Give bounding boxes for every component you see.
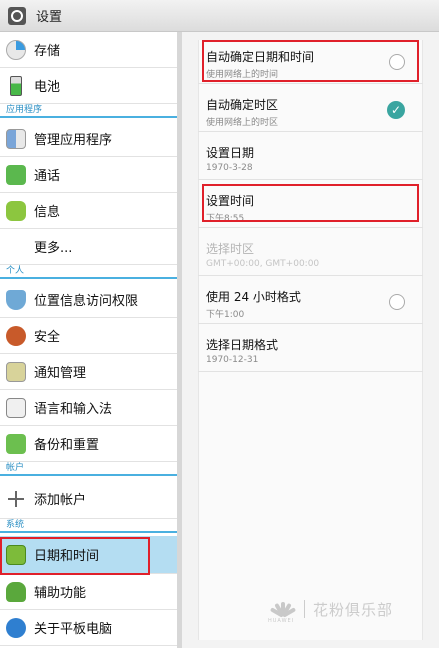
sidebar-item-label: 安全 <box>34 330 61 345</box>
sidebar-item-security[interactable]: 安全 <box>0 318 177 354</box>
apps-grid-icon <box>6 128 26 149</box>
sidebar-item-messages[interactable]: 信息 <box>0 193 177 229</box>
sidebar-item-backup-reset[interactable]: 备份和重置 <box>0 426 177 462</box>
watermark-brand: HUAWEI <box>268 618 295 624</box>
item-title: 自动确定时区 <box>206 98 279 112</box>
sidebar-item-language-input[interactable]: 语言和输入法 <box>0 390 177 426</box>
auto-timezone-item[interactable]: 自动确定时区 使用网络上的时区 ✓ <box>198 88 423 132</box>
sidebar-item-manage-apps[interactable]: 管理应用程序 <box>0 121 177 157</box>
message-icon <box>6 200 26 221</box>
sidebar-item-label: 更多... <box>34 241 73 256</box>
select-timezone-item: 选择时区 GMT+00:00, GMT+00:00 <box>198 232 423 276</box>
storage-pie-icon <box>6 39 26 60</box>
sidebar-item-label: 通知管理 <box>34 366 87 381</box>
watermark-separator <box>304 600 305 618</box>
phone-icon <box>6 164 26 185</box>
item-title: 选择日期格式 <box>206 338 279 352</box>
sidebar-item-label: 信息 <box>34 205 61 220</box>
location-icon <box>6 289 26 310</box>
auto-timezone-check-icon[interactable]: ✓ <box>387 101 405 119</box>
sidebar-item-calls[interactable]: 通话 <box>0 157 177 193</box>
keyboard-icon <box>6 397 26 418</box>
lock-icon <box>6 325 26 346</box>
info-icon <box>6 361 26 382</box>
item-summary: 1970-3-28 <box>206 163 253 173</box>
sidebar-item-label: 关于平板电脑 <box>34 622 113 637</box>
section-header-apps: 应用程序 <box>0 104 177 118</box>
backup-icon <box>6 433 26 454</box>
plus-icon <box>6 488 26 509</box>
sidebar-item-battery[interactable]: 电池 <box>0 68 177 104</box>
battery-icon <box>10 75 22 96</box>
set-date-item[interactable]: 设置日期 1970-3-28 <box>198 136 423 180</box>
detail-pane: 自动确定日期和时间 使用网络上的时间 自动确定时区 使用网络上的时区 ✓ 设置日… <box>182 32 439 648</box>
date-format-item[interactable]: 选择日期格式 1970-12-31 <box>198 328 423 372</box>
sidebar-item-label: 语言和输入法 <box>34 402 113 417</box>
sidebar-item-accessibility[interactable]: 辅助功能 <box>0 574 177 610</box>
sidebar-item-label: 备份和重置 <box>34 438 100 453</box>
highlight-box-set-time <box>202 184 419 222</box>
sidebar-item-more[interactable]: 更多... <box>0 229 177 265</box>
sidebar-item-label: 存储 <box>34 44 61 59</box>
sidebar-item-notifications[interactable]: 通知管理 <box>0 354 177 390</box>
sidebar-item-label: 管理应用程序 <box>34 133 113 148</box>
huawei-logo-icon: HUAWEI <box>268 596 298 624</box>
item-summary: 下午1:00 <box>206 310 245 320</box>
sidebar-item-label: 添加帐户 <box>34 493 87 508</box>
item-summary: 使用网络上的时区 <box>206 118 279 128</box>
sidebar-item-label: 位置信息访问权限 <box>34 294 139 309</box>
item-title: 选择时区 <box>206 242 255 256</box>
sidebar-item-label: 辅助功能 <box>34 586 87 601</box>
sidebar-item-about-tablet[interactable]: 关于平板电脑 <box>0 610 177 646</box>
page-title: 设置 <box>36 10 63 25</box>
highlight-box-auto-date-time <box>202 40 419 82</box>
hand-icon <box>6 581 26 602</box>
sidebar-item-label: 电池 <box>34 80 61 95</box>
section-header-accounts: 帐户 <box>0 462 177 476</box>
section-header-personal: 个人 <box>0 265 177 279</box>
huawei-watermark: HUAWEI 花粉俱乐部 <box>268 594 438 624</box>
use-24-hour-radio[interactable] <box>389 294 405 310</box>
use-24-hour-item[interactable]: 使用 24 小时格式 下午1:00 <box>198 280 423 324</box>
item-title: 设置日期 <box>206 146 255 160</box>
watermark-text: 花粉俱乐部 <box>313 600 394 619</box>
item-summary: GMT+00:00, GMT+00:00 <box>206 259 320 269</box>
highlight-box-date-time-sidebar <box>0 537 150 575</box>
sidebar-item-add-account[interactable]: 添加帐户 <box>0 479 177 519</box>
settings-gear-icon <box>8 6 26 25</box>
item-title: 使用 24 小时格式 <box>206 290 301 304</box>
sidebar-item-storage[interactable]: 存储 <box>0 32 177 68</box>
about-icon <box>6 617 26 638</box>
sidebar-item-label: 通话 <box>34 169 61 184</box>
sidebar-item-location[interactable]: 位置信息访问权限 <box>0 282 177 318</box>
item-summary: 1970-12-31 <box>206 355 259 365</box>
title-bar: 设置 <box>0 0 439 32</box>
section-header-system: 系统 <box>0 519 177 533</box>
